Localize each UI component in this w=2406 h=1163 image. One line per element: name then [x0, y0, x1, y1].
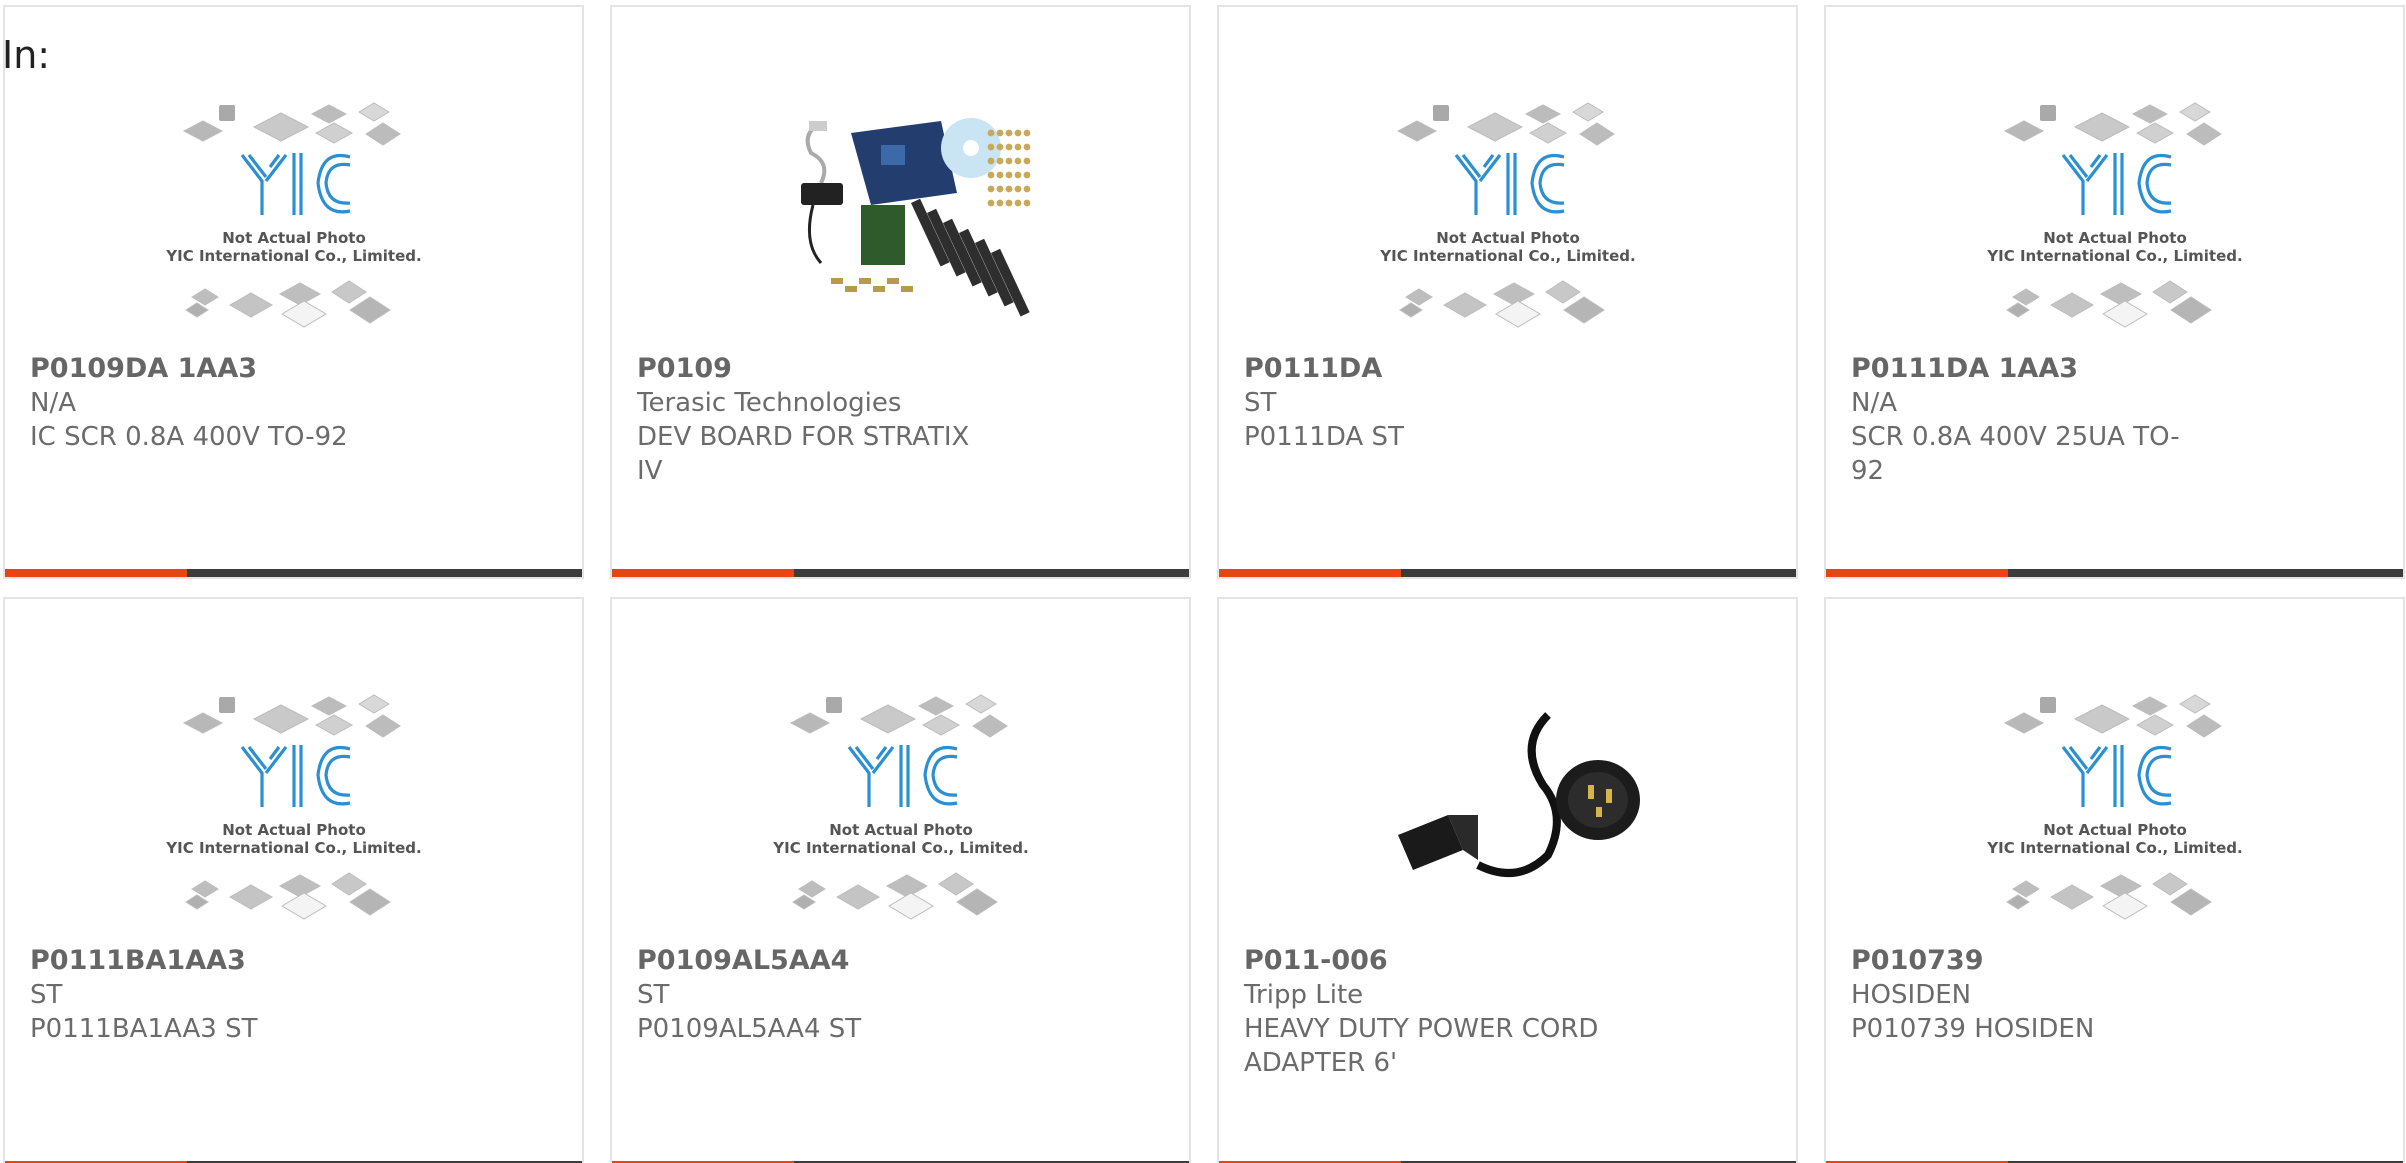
manufacturer: Terasic Technologies: [637, 388, 902, 418]
part-number-link[interactable]: P011-006: [1244, 944, 1776, 978]
yic-placeholder-icon: Not Actual Photo YIC International Co., …: [1986, 102, 2242, 328]
description: HEAVY DUTY POWER CORD ADAPTER 6': [1244, 1014, 1599, 1078]
product-info: P0111BA1AA3 ST P0111BA1AA3 ST: [30, 944, 562, 1046]
product-image[interactable]: [761, 93, 1041, 343]
part-number-link[interactable]: P010739: [1851, 944, 2383, 978]
product-card[interactable]: P011-006 Tripp Lite HEAVY DUTY POWER COR…: [1217, 597, 1798, 1163]
product-card[interactable]: Not Actual Photo YIC International Co., …: [610, 597, 1191, 1163]
description: P010739 HOSIDEN: [1851, 1014, 2095, 1044]
svg-text:YIC International Co., Limited: YIC International Co., Limited.: [1379, 247, 1635, 265]
yic-placeholder-icon: Not Actual Photo YIC International Co., …: [1379, 102, 1635, 328]
product-listing-page: In: Not Actual Photo YIC International C…: [0, 0, 2406, 1163]
svg-text:YIC International Co., Limited: YIC International Co., Limited.: [1986, 247, 2242, 265]
product-card[interactable]: Not Actual Photo YIC International Co., …: [3, 597, 584, 1163]
product-info: P0109DA 1AA3 N/A IC SCR 0.8A 400V TO-92: [30, 352, 562, 454]
product-card[interactable]: Not Actual Photo YIC International Co., …: [1217, 5, 1798, 579]
dev-board-kit-icon: [800, 118, 1030, 317]
svg-text:YIC International Co., Limited: YIC International Co., Limited.: [772, 839, 1028, 857]
manufacturer: ST: [30, 980, 63, 1010]
svg-text:Not Actual Photo: Not Actual Photo: [2043, 229, 2187, 247]
description: P0111DA ST: [1244, 422, 1404, 452]
svg-text:YIC International Co., Limited: YIC International Co., Limited.: [165, 839, 421, 857]
product-image[interactable]: Not Actual Photo YIC International Co., …: [1368, 93, 1648, 343]
manufacturer: ST: [637, 980, 670, 1010]
svg-text:YIC International Co., Limited: YIC International Co., Limited.: [1986, 839, 2242, 857]
svg-text:Not Actual Photo: Not Actual Photo: [829, 821, 973, 839]
product-card[interactable]: Not Actual Photo YIC International Co., …: [3, 5, 584, 579]
product-info: P010739 HOSIDEN P010739 HOSIDEN: [1851, 944, 2383, 1046]
part-number-link[interactable]: P0111BA1AA3: [30, 944, 562, 978]
manufacturer: N/A: [1851, 388, 1897, 418]
description: SCR 0.8A 400V 25UA TO-92: [1851, 422, 2180, 486]
description: P0111BA1AA3 ST: [30, 1014, 258, 1044]
product-info: P0111DA ST P0111DA ST: [1244, 352, 1776, 454]
product-image[interactable]: Not Actual Photo YIC International Co., …: [1975, 685, 2255, 935]
card-accent-bar: [612, 569, 794, 577]
yic-placeholder-icon: Not Actual Photo YIC International Co., …: [1986, 694, 2242, 920]
card-accent-bar: [1219, 569, 1401, 577]
product-image[interactable]: Not Actual Photo YIC International Co., …: [154, 93, 434, 343]
manufacturer: N/A: [30, 388, 76, 418]
description: IC SCR 0.8A 400V TO-92: [30, 422, 348, 452]
product-card[interactable]: Not Actual Photo YIC International Co., …: [1824, 5, 2405, 579]
svg-text:Not Actual Photo: Not Actual Photo: [1436, 229, 1580, 247]
in-label: In:: [2, 33, 51, 77]
yic-placeholder-icon: Not Actual Photo YIC International Co., …: [165, 694, 421, 920]
product-image[interactable]: Not Actual Photo YIC International Co., …: [761, 685, 1041, 935]
power-cord-icon: [1397, 712, 1640, 877]
product-info: P0111DA 1AA3 N/A SCR 0.8A 400V 25UA TO-9…: [1851, 352, 2383, 488]
manufacturer: Tripp Lite: [1244, 980, 1364, 1010]
card-bottom-bar: [612, 569, 1189, 577]
part-number-link[interactable]: P0109DA 1AA3: [30, 352, 562, 386]
product-image[interactable]: Not Actual Photo YIC International Co., …: [1975, 93, 2255, 343]
card-bottom-bar: [5, 569, 582, 577]
product-info: P011-006 Tripp Lite HEAVY DUTY POWER COR…: [1244, 944, 1776, 1080]
product-info: P0109AL5AA4 ST P0109AL5AA4 ST: [637, 944, 1169, 1046]
yic-placeholder-icon: Not Actual Photo YIC International Co., …: [772, 694, 1028, 920]
product-info: P0109 Terasic Technologies DEV BOARD FOR…: [637, 352, 1169, 488]
part-number-link[interactable]: P0111DA 1AA3: [1851, 352, 2383, 386]
description: DEV BOARD FOR STRATIX IV: [637, 422, 970, 486]
manufacturer: HOSIDEN: [1851, 980, 1972, 1010]
part-number-link[interactable]: P0109: [637, 352, 1169, 386]
manufacturer: ST: [1244, 388, 1277, 418]
svg-text:Not Actual Photo: Not Actual Photo: [222, 229, 366, 247]
card-accent-bar: [1826, 569, 2008, 577]
part-number-link[interactable]: P0111DA: [1244, 352, 1776, 386]
product-image[interactable]: Not Actual Photo YIC International Co., …: [154, 685, 434, 935]
card-bottom-bar: [1219, 569, 1796, 577]
description: P0109AL5AA4 ST: [637, 1014, 862, 1044]
card-bottom-bar: [1826, 569, 2403, 577]
svg-text:Not Actual Photo: Not Actual Photo: [2043, 821, 2187, 839]
product-card[interactable]: P0109 Terasic Technologies DEV BOARD FOR…: [610, 5, 1191, 579]
svg-text:YIC International Co., Limited: YIC International Co., Limited.: [165, 247, 421, 265]
product-card[interactable]: Not Actual Photo YIC International Co., …: [1824, 597, 2405, 1163]
card-accent-bar: [5, 569, 187, 577]
product-image[interactable]: [1368, 685, 1648, 935]
svg-text:Not Actual Photo: Not Actual Photo: [222, 821, 366, 839]
product-grid: Not Actual Photo YIC International Co., …: [3, 5, 2405, 1163]
part-number-link[interactable]: P0109AL5AA4: [637, 944, 1169, 978]
yic-placeholder-icon: Not Actual Photo YIC International Co., …: [165, 102, 421, 328]
